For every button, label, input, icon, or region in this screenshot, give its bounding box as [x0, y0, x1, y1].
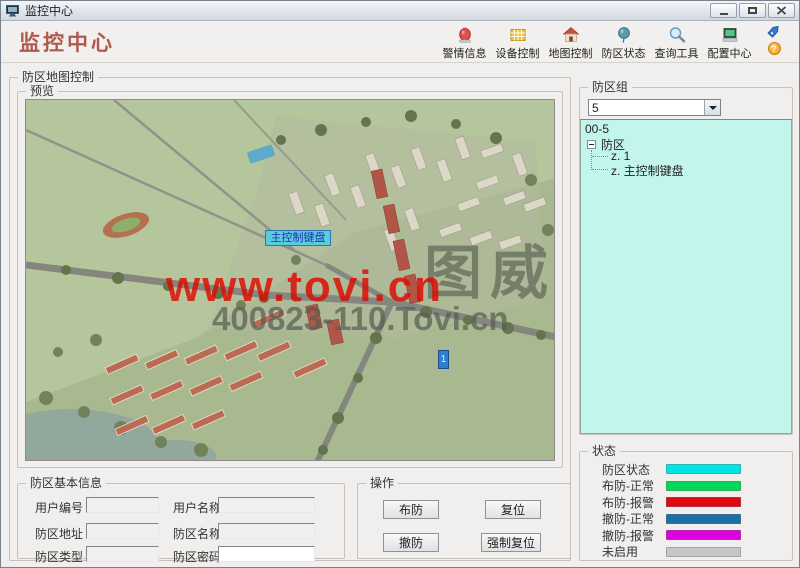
alarm-icon — [456, 24, 474, 44]
legend-row: 未启用 — [580, 544, 792, 561]
close-button[interactable] — [768, 3, 795, 18]
field-label-user-id: 用户编号 — [35, 499, 83, 516]
zone-tree[interactable]: 00-5 防区 z. 1 z. 主控制键盘 — [580, 119, 792, 434]
legend-swatch-disabled — [666, 547, 741, 557]
zone-group-selected-value: 5 — [589, 100, 704, 115]
legend-row: 防区状态 — [580, 461, 792, 478]
toolbar-item-map-control[interactable]: 地图控制 — [544, 24, 597, 61]
zone-info-group: 防区基本信息 用户编号 用户名称 防区地址 防区名称 防区类型 防区密码 — [17, 483, 345, 559]
zone-password-input[interactable] — [218, 546, 315, 562]
magnifier-icon — [668, 24, 686, 44]
reset-button[interactable]: 复位 — [485, 500, 541, 519]
zone-group-select[interactable]: 5 — [588, 99, 721, 116]
operations-group-label: 操作 — [366, 476, 398, 490]
chevron-down-icon[interactable] — [704, 100, 720, 115]
toolbar-item-alarm-info[interactable]: 警情信息 — [438, 24, 491, 61]
user-name-input[interactable] — [218, 497, 315, 513]
watermark-chinese: 图威 — [424, 226, 555, 310]
toolbar-label: 警情信息 — [443, 45, 487, 61]
disarm-button[interactable]: 撤防 — [383, 533, 439, 552]
legend-label: 撤防-正常 — [602, 510, 666, 527]
arm-button[interactable]: 布防 — [383, 500, 439, 519]
zone-address-input[interactable] — [86, 523, 159, 539]
map-zone-marker[interactable]: 1 — [438, 350, 449, 369]
tag-icon[interactable] — [765, 22, 783, 40]
zone-group-panel-label: 防区组 — [588, 80, 632, 94]
legend-swatch-disarmed-alarm — [666, 530, 741, 540]
toolbar-item-device-control[interactable]: 设备控制 — [491, 24, 544, 61]
map-device-label[interactable]: 主控制键盘 — [265, 230, 331, 246]
zone-map[interactable]: 图威 www.tovi.cn 400823-110.Tovi.cn 主控制键盘 … — [25, 99, 555, 461]
app-icon — [6, 5, 19, 17]
legend-swatch-disarmed-normal — [666, 514, 741, 524]
status-legend-label: 状态 — [588, 444, 620, 458]
legend-row: 布防-正常 — [580, 478, 792, 495]
maximize-icon — [748, 7, 757, 14]
watermark-gray: 400823-110.Tovi.cn — [212, 300, 509, 338]
field-label-zone-address: 防区地址 — [35, 525, 83, 542]
toolbar-label: 设备控制 — [496, 45, 540, 61]
legend-row: 布防-报警 — [580, 494, 792, 511]
header: 监控中心 警情信息 设备控制 地图控制 — [1, 21, 799, 63]
legend-swatch-armed-alarm — [666, 497, 741, 507]
zone-info-group-label: 防区基本信息 — [26, 476, 106, 490]
main-toolbar: 警情信息 设备控制 地图控制 防区状态 — [438, 24, 756, 61]
minimize-button[interactable] — [710, 3, 737, 18]
status-legend-rows: 防区状态 布防-正常 布防-报警 撤防-正常 撤防-报警 未启用 — [580, 461, 792, 560]
app-window: 监控中心 监控中心 警情信息 设备控制 — [0, 0, 800, 568]
tree-root-item[interactable]: 00-5 — [585, 122, 609, 136]
toolbar-item-query-tool[interactable]: 查询工具 — [650, 24, 703, 61]
legend-row: 撤防-正常 — [580, 511, 792, 528]
tree-connector — [592, 156, 608, 157]
legend-swatch-armed-normal — [666, 481, 741, 491]
field-label-zone-password: 防区密码 — [173, 548, 221, 565]
house-icon — [562, 24, 580, 44]
legend-label: 布防-报警 — [602, 494, 666, 511]
pin-icon — [615, 24, 633, 44]
tree-item-zone-1[interactable]: z. 1 — [611, 149, 630, 163]
legend-label: 撤防-报警 — [602, 527, 666, 544]
toolbar-label: 地图控制 — [549, 45, 593, 61]
tree-item-main-keyboard[interactable]: z. 主控制键盘 — [611, 162, 684, 179]
legend-swatch-zone-status — [666, 464, 741, 474]
legend-row: 撤防-报警 — [580, 527, 792, 544]
toolbar-label: 防区状态 — [602, 45, 646, 61]
app-logo: 监控中心 — [19, 27, 115, 57]
zone-name-input[interactable] — [218, 523, 315, 539]
toolbar-item-zone-status[interactable]: 防区状态 — [597, 24, 650, 61]
user-id-input[interactable] — [86, 497, 159, 513]
help-icon[interactable]: ? — [768, 42, 781, 55]
force-reset-button[interactable]: 强制复位 — [481, 533, 541, 552]
toolbar-item-config-center[interactable]: 配置中心 — [703, 24, 756, 61]
window-title: 监控中心 — [25, 2, 73, 19]
minimize-icon — [720, 13, 728, 15]
keypad-icon — [509, 24, 527, 44]
legend-label: 布防-正常 — [602, 477, 666, 494]
field-label-user-name: 用户名称 — [173, 499, 221, 516]
field-label-zone-name: 防区名称 — [173, 525, 221, 542]
legend-label: 未启用 — [602, 543, 666, 560]
legend-label: 防区状态 — [602, 461, 666, 478]
monitor-icon — [721, 24, 739, 44]
preview-group-label: 预览 — [26, 84, 58, 98]
tree-connector — [591, 150, 592, 170]
field-label-zone-type: 防区类型 — [35, 548, 83, 565]
toolbar-label: 配置中心 — [708, 45, 752, 61]
tree-collapse-icon[interactable] — [587, 140, 596, 149]
operations-group: 操作 布防 复位 撤防 强制复位 — [357, 483, 571, 559]
map-control-group-label: 防区地图控制 — [18, 70, 98, 84]
maximize-button[interactable] — [739, 3, 766, 18]
toolbar-label: 查询工具 — [655, 45, 699, 61]
close-icon — [776, 6, 787, 15]
status-legend-group: 状态 防区状态 布防-正常 布防-报警 撤防-正常 撤防-报警 — [579, 451, 793, 561]
tree-connector — [592, 169, 608, 170]
help-area: ? — [765, 22, 783, 55]
title-bar[interactable]: 监控中心 — [1, 1, 799, 21]
zone-type-input[interactable] — [86, 546, 159, 562]
